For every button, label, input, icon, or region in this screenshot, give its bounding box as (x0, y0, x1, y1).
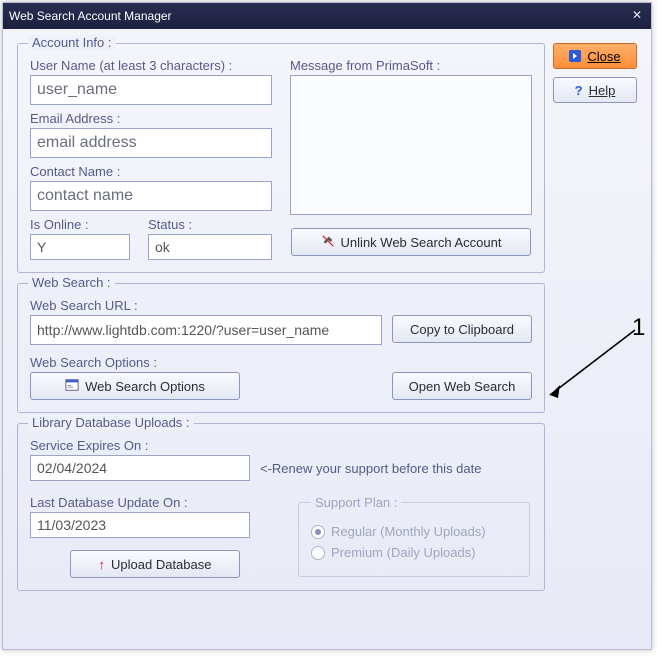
close-button[interactable]: Close (553, 43, 637, 69)
support-plan-title: Support Plan : (311, 495, 401, 510)
renew-hint: <-Renew your support before this date (260, 461, 482, 476)
web-search-options-button[interactable]: Web Search Options (30, 372, 240, 400)
support-plan-regular-label: Regular (Monthly Uploads) (331, 524, 486, 539)
email-label: Email Address : (30, 111, 272, 126)
username-label: User Name (at least 3 characters) : (30, 58, 272, 73)
email-input[interactable] (30, 128, 272, 158)
client-area: Account Info : User Name (at least 3 cha… (3, 29, 651, 649)
upload-database-label: Upload Database (111, 557, 211, 572)
copy-clipboard-button[interactable]: Copy to Clipboard (392, 315, 532, 343)
lastupdate-value (30, 512, 250, 538)
expires-value (30, 455, 250, 481)
library-legend: Library Database Uploads : (28, 415, 194, 430)
help-button[interactable]: ? Help (553, 77, 637, 103)
upload-icon: ↑ (99, 557, 106, 572)
upload-database-button[interactable]: ↑ Upload Database (70, 550, 240, 578)
contact-input[interactable] (30, 181, 272, 211)
unlink-button[interactable]: Unlink Web Search Account (291, 228, 531, 256)
username-input[interactable] (30, 75, 272, 105)
help-button-label: Help (589, 83, 616, 98)
open-web-search-button[interactable]: Open Web Search (392, 372, 532, 400)
isonline-input (30, 234, 130, 260)
group-library-uploads: Library Database Uploads : Service Expir… (17, 423, 545, 591)
titlebar: Web Search Account Manager ✕ (3, 3, 651, 29)
web-search-options-label: Web Search Options (85, 379, 205, 394)
unlink-icon (321, 234, 335, 251)
options-icon (65, 378, 79, 395)
copy-clipboard-label: Copy to Clipboard (410, 322, 514, 337)
status-input (148, 234, 272, 260)
account-info-legend: Account Info : (28, 35, 116, 50)
support-plan-group: Support Plan : Regular (Monthly Uploads)… (298, 495, 530, 577)
lastupdate-label: Last Database Update On : (30, 495, 280, 510)
close-icon[interactable]: ✕ (629, 8, 645, 24)
window-title: Web Search Account Manager (9, 9, 629, 23)
unlink-button-label: Unlink Web Search Account (341, 235, 502, 250)
message-label: Message from PrimaSoft : (290, 58, 532, 73)
options-label: Web Search Options : (30, 355, 532, 370)
support-plan-regular: Regular (Monthly Uploads) (311, 524, 517, 539)
isonline-label: Is Online : (30, 217, 130, 232)
web-search-legend: Web Search : (28, 275, 115, 290)
close-button-label: Close (587, 49, 620, 64)
expires-label: Service Expires On : (30, 438, 532, 453)
window-frame: Web Search Account Manager ✕ Account Inf… (2, 2, 652, 650)
status-label: Status : (148, 217, 272, 232)
group-web-search: Web Search : Web Search URL : Copy to Cl… (17, 283, 545, 413)
url-input[interactable] (30, 315, 382, 345)
radio-checked-icon (311, 525, 325, 539)
message-textarea[interactable] (290, 75, 532, 215)
support-plan-premium-label: Premium (Daily Uploads) (331, 545, 475, 560)
radio-unchecked-icon (311, 546, 325, 560)
open-web-search-label: Open Web Search (409, 379, 516, 394)
group-account-info: Account Info : User Name (at least 3 cha… (17, 43, 545, 273)
url-label: Web Search URL : (30, 298, 532, 313)
help-icon: ? (575, 83, 583, 98)
support-plan-premium: Premium (Daily Uploads) (311, 545, 517, 560)
arrow-right-icon (569, 50, 581, 62)
contact-label: Contact Name : (30, 164, 272, 179)
